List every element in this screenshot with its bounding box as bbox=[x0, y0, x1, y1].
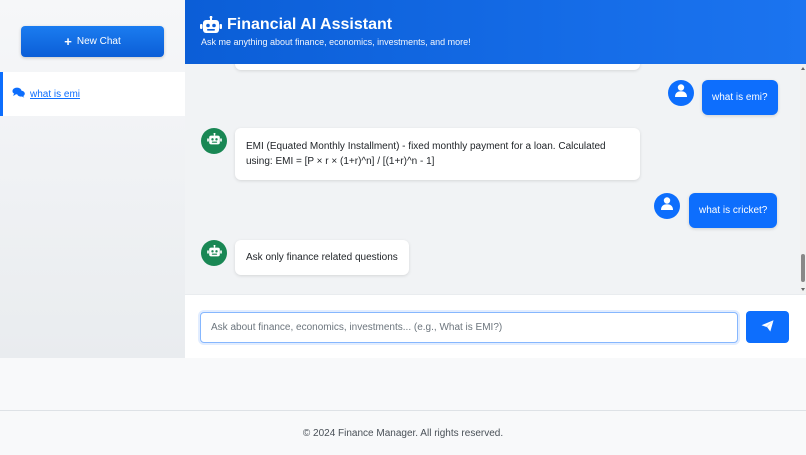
previous-bot-message bbox=[235, 64, 640, 70]
plus-icon: + bbox=[64, 34, 72, 49]
chat-bubbles-icon bbox=[12, 85, 25, 103]
composer bbox=[185, 294, 806, 358]
page-footer: © 2024 Finance Manager. All rights reser… bbox=[0, 410, 806, 455]
robot-icon bbox=[206, 244, 222, 262]
scroll-up-icon[interactable] bbox=[801, 67, 805, 70]
user-message: what is cricket? bbox=[689, 193, 778, 228]
sidebar-item-label: what is emi bbox=[30, 88, 81, 100]
app-root: + New Chat what is emi Financial AI Assi… bbox=[0, 0, 806, 358]
robot-icon bbox=[206, 132, 222, 150]
scroll-down-icon[interactable] bbox=[801, 288, 805, 291]
paper-plane-icon bbox=[761, 319, 774, 335]
send-button[interactable] bbox=[746, 311, 789, 343]
chat-header: Financial AI Assistant Ask me anything a… bbox=[185, 0, 806, 64]
user-avatar bbox=[654, 193, 680, 219]
bot-message: Ask only finance related questions bbox=[235, 240, 409, 275]
bot-avatar bbox=[201, 128, 227, 154]
user-message: what is emi? bbox=[702, 80, 778, 115]
sidebar-item-what-is-emi[interactable]: what is emi bbox=[0, 72, 185, 116]
chat-input[interactable] bbox=[200, 312, 738, 343]
user-avatar bbox=[668, 80, 694, 106]
bot-message: EMI (Equated Monthly Installment) - fixe… bbox=[235, 128, 640, 180]
robot-icon bbox=[200, 15, 222, 39]
footer-text: © 2024 Finance Manager. All rights reser… bbox=[302, 427, 504, 439]
bot-avatar bbox=[201, 240, 227, 266]
page-subtitle: Ask me anything about finance, economics… bbox=[201, 37, 471, 47]
message-list: what is emi? EMI (Equated Monthly Instal… bbox=[185, 64, 806, 294]
page-title: Financial AI Assistant bbox=[227, 16, 393, 33]
scrollbar-thumb[interactable] bbox=[801, 254, 805, 282]
user-icon bbox=[675, 84, 687, 102]
sidebar: + New Chat what is emi bbox=[0, 0, 185, 358]
user-icon bbox=[661, 197, 673, 215]
new-chat-button[interactable]: + New Chat bbox=[21, 26, 164, 57]
new-chat-label: New Chat bbox=[76, 36, 121, 47]
chat-main: Financial AI Assistant Ask me anything a… bbox=[185, 0, 806, 358]
message-scrollbar[interactable] bbox=[800, 64, 806, 294]
